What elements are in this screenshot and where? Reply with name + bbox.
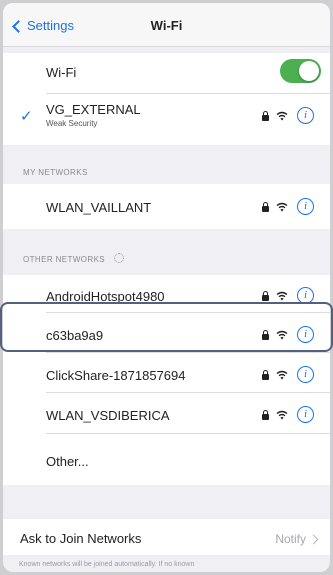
footer-note: Known networks will be joined automatica… (19, 561, 195, 568)
network-name: c63ba9a9 (46, 328, 104, 343)
spinner-icon (114, 253, 124, 263)
wifi-icon (276, 330, 288, 340)
info-icon[interactable]: i (297, 107, 314, 124)
divider (46, 352, 330, 353)
checkmark-icon: ✓ (20, 108, 33, 125)
wifi-toggle[interactable] (280, 59, 321, 83)
info-icon[interactable]: i (297, 198, 314, 215)
divider (46, 93, 330, 94)
lock-icon (262, 111, 269, 121)
wifi-icon (276, 370, 288, 380)
network-name: AndroidHotspot4980 (46, 289, 165, 304)
other-network-button[interactable]: Other... (46, 454, 89, 469)
wifi-icon (276, 410, 288, 420)
lock-icon (262, 291, 269, 301)
ask-to-join-label: Ask to Join Networks (20, 531, 142, 546)
security-warning: Weak Security (46, 119, 98, 128)
divider (46, 392, 330, 393)
current-network-name: VG_EXTERNAL (46, 102, 141, 117)
lock-icon (262, 330, 269, 340)
network-name: WLAN_VSDIBERICA (46, 408, 170, 423)
section-header-my-networks: MY NETWORKS (23, 168, 88, 177)
divider (46, 433, 330, 434)
network-name: WLAN_VAILLANT (46, 200, 152, 215)
page-title: Wi-Fi (150, 18, 183, 33)
wifi-icon (276, 111, 288, 121)
toggle-knob (299, 61, 319, 81)
info-icon[interactable]: i (297, 326, 314, 343)
wifi-settings-screen: Settings Wi-Fi Wi-Fi ✓ VG_EXTERNAL Weak … (3, 3, 330, 572)
lock-icon (262, 410, 269, 420)
wifi-toggle-label: Wi-Fi (46, 65, 77, 80)
lock-icon (262, 370, 269, 380)
network-name: ClickShare-1871857694 (46, 368, 186, 383)
divider (46, 312, 330, 313)
info-icon[interactable]: i (297, 406, 314, 423)
navigation-bar: Settings Wi-Fi (3, 3, 330, 47)
wifi-icon (276, 291, 288, 301)
info-icon[interactable]: i (297, 366, 314, 383)
info-icon[interactable]: i (297, 287, 314, 304)
ask-to-join-value: Notify (275, 532, 306, 546)
section-header-other-networks: OTHER NETWORKS (23, 255, 106, 264)
lock-icon (262, 202, 269, 212)
wifi-icon (276, 202, 288, 212)
